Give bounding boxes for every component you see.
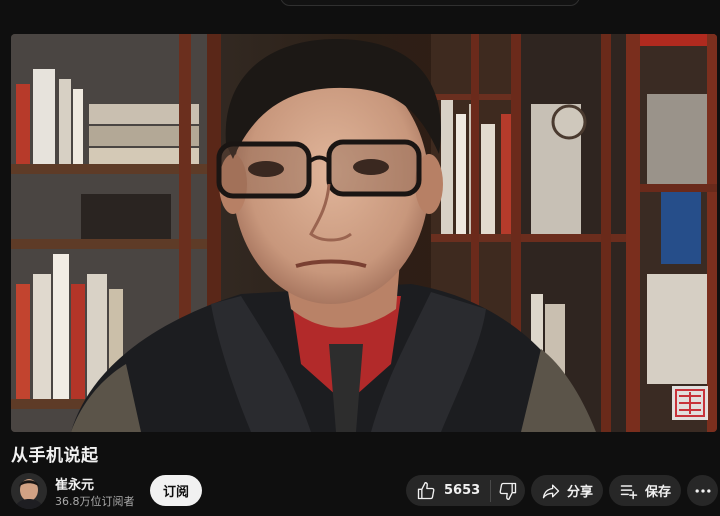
save-label: 保存 [644,485,671,500]
top-bar [0,0,720,34]
channel-name[interactable]: 崔永元 [55,474,94,493]
dislike-button[interactable] [491,475,525,506]
share-arrow-icon [542,484,560,498]
share-label: 分享 [566,485,593,500]
channel-avatar[interactable] [11,473,47,509]
subscriber-count: 36.8万位订阅者 [55,495,135,508]
more-horizontal-icon [695,488,710,493]
like-count: 5653 [444,483,481,498]
like-dislike-group: 5653 [406,475,525,506]
thumbs-up-icon [417,481,435,499]
save-playlist-icon [620,484,638,499]
search-box-edge[interactable] [280,0,580,6]
more-actions-button[interactable] [687,475,718,506]
thumbs-down-icon [499,482,517,500]
avatar-image [11,473,47,509]
save-button[interactable]: 保存 [609,475,681,506]
video-title: 从手机说起 [11,446,99,466]
video-player[interactable] [11,34,717,432]
share-button[interactable]: 分享 [531,475,603,506]
subscribe-button[interactable]: 订阅 [150,475,202,506]
like-button[interactable]: 5653 [406,475,490,506]
video-frame [11,34,717,432]
